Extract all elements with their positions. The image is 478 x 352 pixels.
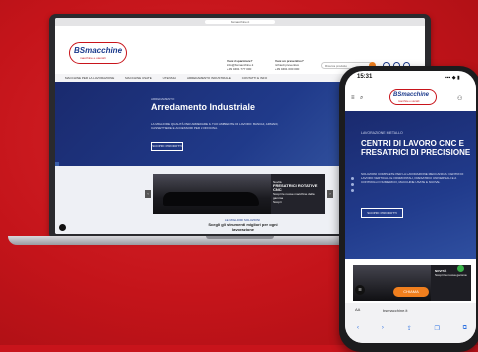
nav-item[interactable]: ARREDAMENTO INDUSTRIALE [187,76,231,80]
status-bar: 15:31 ▪▪▪ ◆ ▮ [345,71,476,85]
back-icon[interactable]: ‹ [357,325,359,332]
status-time: 15:31 [357,74,373,80]
hero-cta-button[interactable]: SCOPRI I PRODOTTI [151,142,183,151]
whatsapp-icon[interactable] [457,265,464,272]
logo-text: BSmacchine [393,92,430,98]
phone-screen: 15:31 ▪▪▪ ◆ ▮ ≡ ⌕ BSmacchine macchine e … [345,71,476,343]
chat-icon[interactable]: ☰ [355,285,365,295]
hero-cta-button[interactable]: SCOPRI I PRODOTTI [361,208,403,218]
laptop-notch [206,236,274,239]
call-button[interactable]: CHIAMA [393,287,429,297]
contact-phone: +39 0461 777 000 [227,67,252,71]
hero-eyebrow: LAVORAZIONE METALLO [361,131,403,135]
carousel-dots[interactable] [351,177,355,195]
chat-icon[interactable] [59,224,66,231]
phone-header: ≡ ⌕ BSmacchine macchine e utensili ⚇ [345,85,476,111]
hero-title: Arredamento Industriale [151,102,256,112]
nav-item[interactable]: MACCHINE PER LA LAVORAZIONE [65,76,114,80]
forward-icon[interactable]: › [382,325,384,332]
promo-overlay: Novità FRESATRICI ROTATIVE CNC Scopri le… [273,180,321,204]
logo-text: BSmacchine [74,46,123,55]
address-bar[interactable]: bsmacchine.it [205,20,275,24]
nav-item[interactable]: UTENSILI [163,76,177,80]
contact-block-2[interactable]: Vuoi un preventivo? richiedi preventivo … [275,59,304,71]
phone-hero: LAVORAZIONE METALLO CENTRI DI LAVORO CNC… [345,111,476,259]
promo-text: Scopri le nuove macchine della gamma [273,192,315,200]
prev-arrow-icon[interactable]: ‹ [145,190,151,198]
browser-chrome: bsmacchine.it [55,18,425,33]
promo-card[interactable]: Novità FRESATRICI ROTATIVE CNC Scopri le… [153,174,325,214]
safari-toolbar: AA bsmacchine.it ‹ › ⇪ ❐ ⧉ [345,303,476,343]
address-bar[interactable]: bsmacchine.it [383,308,407,313]
hero-title: CENTRI DI LAVORO CNC E FRESATRICI DI PRE… [361,139,471,157]
brand-logo[interactable]: BSmacchine macchine e utensili [69,42,127,64]
contact-block-1[interactable]: Vuoi risparmiare? info@bsmacchine.it +39… [227,59,253,71]
status-icons: ▪▪▪ ◆ ▮ [445,75,460,81]
next-arrow-icon[interactable]: › [327,190,333,198]
promo-cta[interactable]: Scopri [273,200,282,204]
reader-button[interactable]: AA [355,307,360,312]
share-icon[interactable]: ⇪ [407,325,412,332]
nav-item[interactable]: MACCHINE USATE [125,76,152,80]
nav-item[interactable]: CONTATTI E INFO [242,76,267,80]
hero-description: LA MIGLIORE QUALITÀ PER ARREDARE IL TUO … [151,122,279,130]
car-image [153,174,271,214]
user-icon[interactable]: ⚇ [457,95,462,102]
brand-logo[interactable]: BSmacchine macchine e utensili [389,89,437,105]
bookmarks-icon[interactable]: ❐ [434,325,439,332]
safari-nav-icons: ‹ › ⇪ ❐ ⧉ [357,325,467,332]
logo-tagline: macchine e utensili [80,56,106,60]
menu-icon[interactable]: ≡ [351,95,355,101]
promo-overlay: NOVITÀ Scopri la nuova gamma [435,269,469,277]
logo-tagline: macchine e utensili [398,100,420,103]
window-controls[interactable] [59,20,73,33]
search-icon[interactable]: ⌕ [360,95,363,102]
promo-subtitle: FRESATRICI ROTATIVE CNC [273,183,318,192]
hero-eyebrow: ARREDAMENTO [151,97,175,101]
contact-phone: +39 0461 000 000 [275,67,300,71]
hero-description: SOLUZIONI COMPLETE PER LA LAVORAZIONE ME… [361,172,464,184]
promo-text: Scopri la nuova gamma [435,273,467,277]
tabs-icon[interactable]: ⧉ [463,325,467,332]
section-title: Scegli gli strumenti migliori per ogni l… [208,222,278,232]
